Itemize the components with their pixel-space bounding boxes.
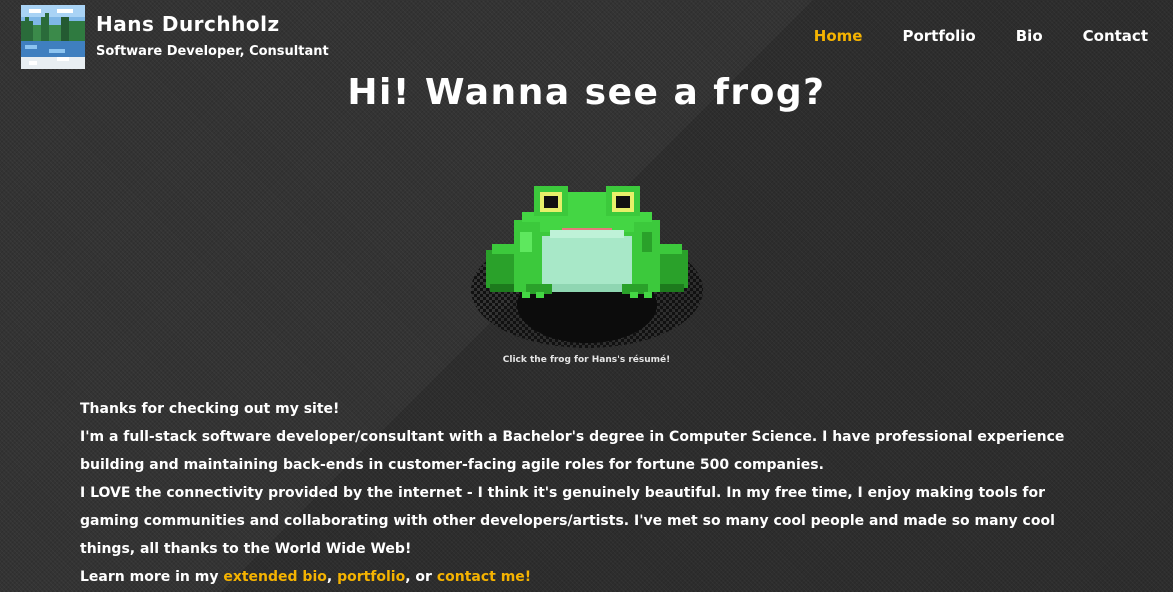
portfolio-link[interactable]: portfolio bbox=[337, 569, 405, 585]
main-nav: Home Portfolio Bio Contact bbox=[774, 27, 1148, 45]
site-subtitle: Software Developer, Consultant bbox=[96, 44, 329, 59]
extended-bio-link[interactable]: extended bio bbox=[223, 569, 327, 585]
pixel-landscape-avatar-icon bbox=[21, 5, 85, 69]
separator-2: , or bbox=[405, 569, 437, 585]
frog-resume-link[interactable] bbox=[462, 180, 712, 350]
intro-personal: I LOVE the connectivity provided by the … bbox=[80, 485, 1055, 557]
separator-1: , bbox=[326, 569, 338, 585]
nav-contact-link[interactable]: Contact bbox=[1083, 27, 1148, 45]
site-name[interactable]: Hans Durchholz bbox=[96, 12, 280, 36]
intro-learn-more: Learn more in my extended bio, portfolio… bbox=[80, 563, 1090, 591]
contact-me-link[interactable]: contact me! bbox=[437, 569, 531, 585]
learn-more-prefix: Learn more in my bbox=[80, 569, 224, 585]
intro-text: Thanks for checking out my site! I'm a f… bbox=[80, 395, 1090, 591]
nav-home-link[interactable]: Home bbox=[814, 27, 863, 45]
intro-professional: I'm a full-stack software developer/cons… bbox=[80, 429, 1065, 473]
nav-bio-link[interactable]: Bio bbox=[1016, 27, 1043, 45]
frog-caption: Click the frog for Hans's résumé! bbox=[502, 355, 671, 365]
page-title: Hi! Wanna see a frog? bbox=[347, 72, 826, 113]
intro-greeting: Thanks for checking out my site! bbox=[80, 401, 340, 417]
avatar[interactable] bbox=[21, 5, 85, 69]
pixel-frog-icon bbox=[471, 186, 703, 348]
site-header: Hans Durchholz Software Developer, Consu… bbox=[0, 0, 1173, 72]
nav-portfolio-link[interactable]: Portfolio bbox=[902, 27, 975, 45]
